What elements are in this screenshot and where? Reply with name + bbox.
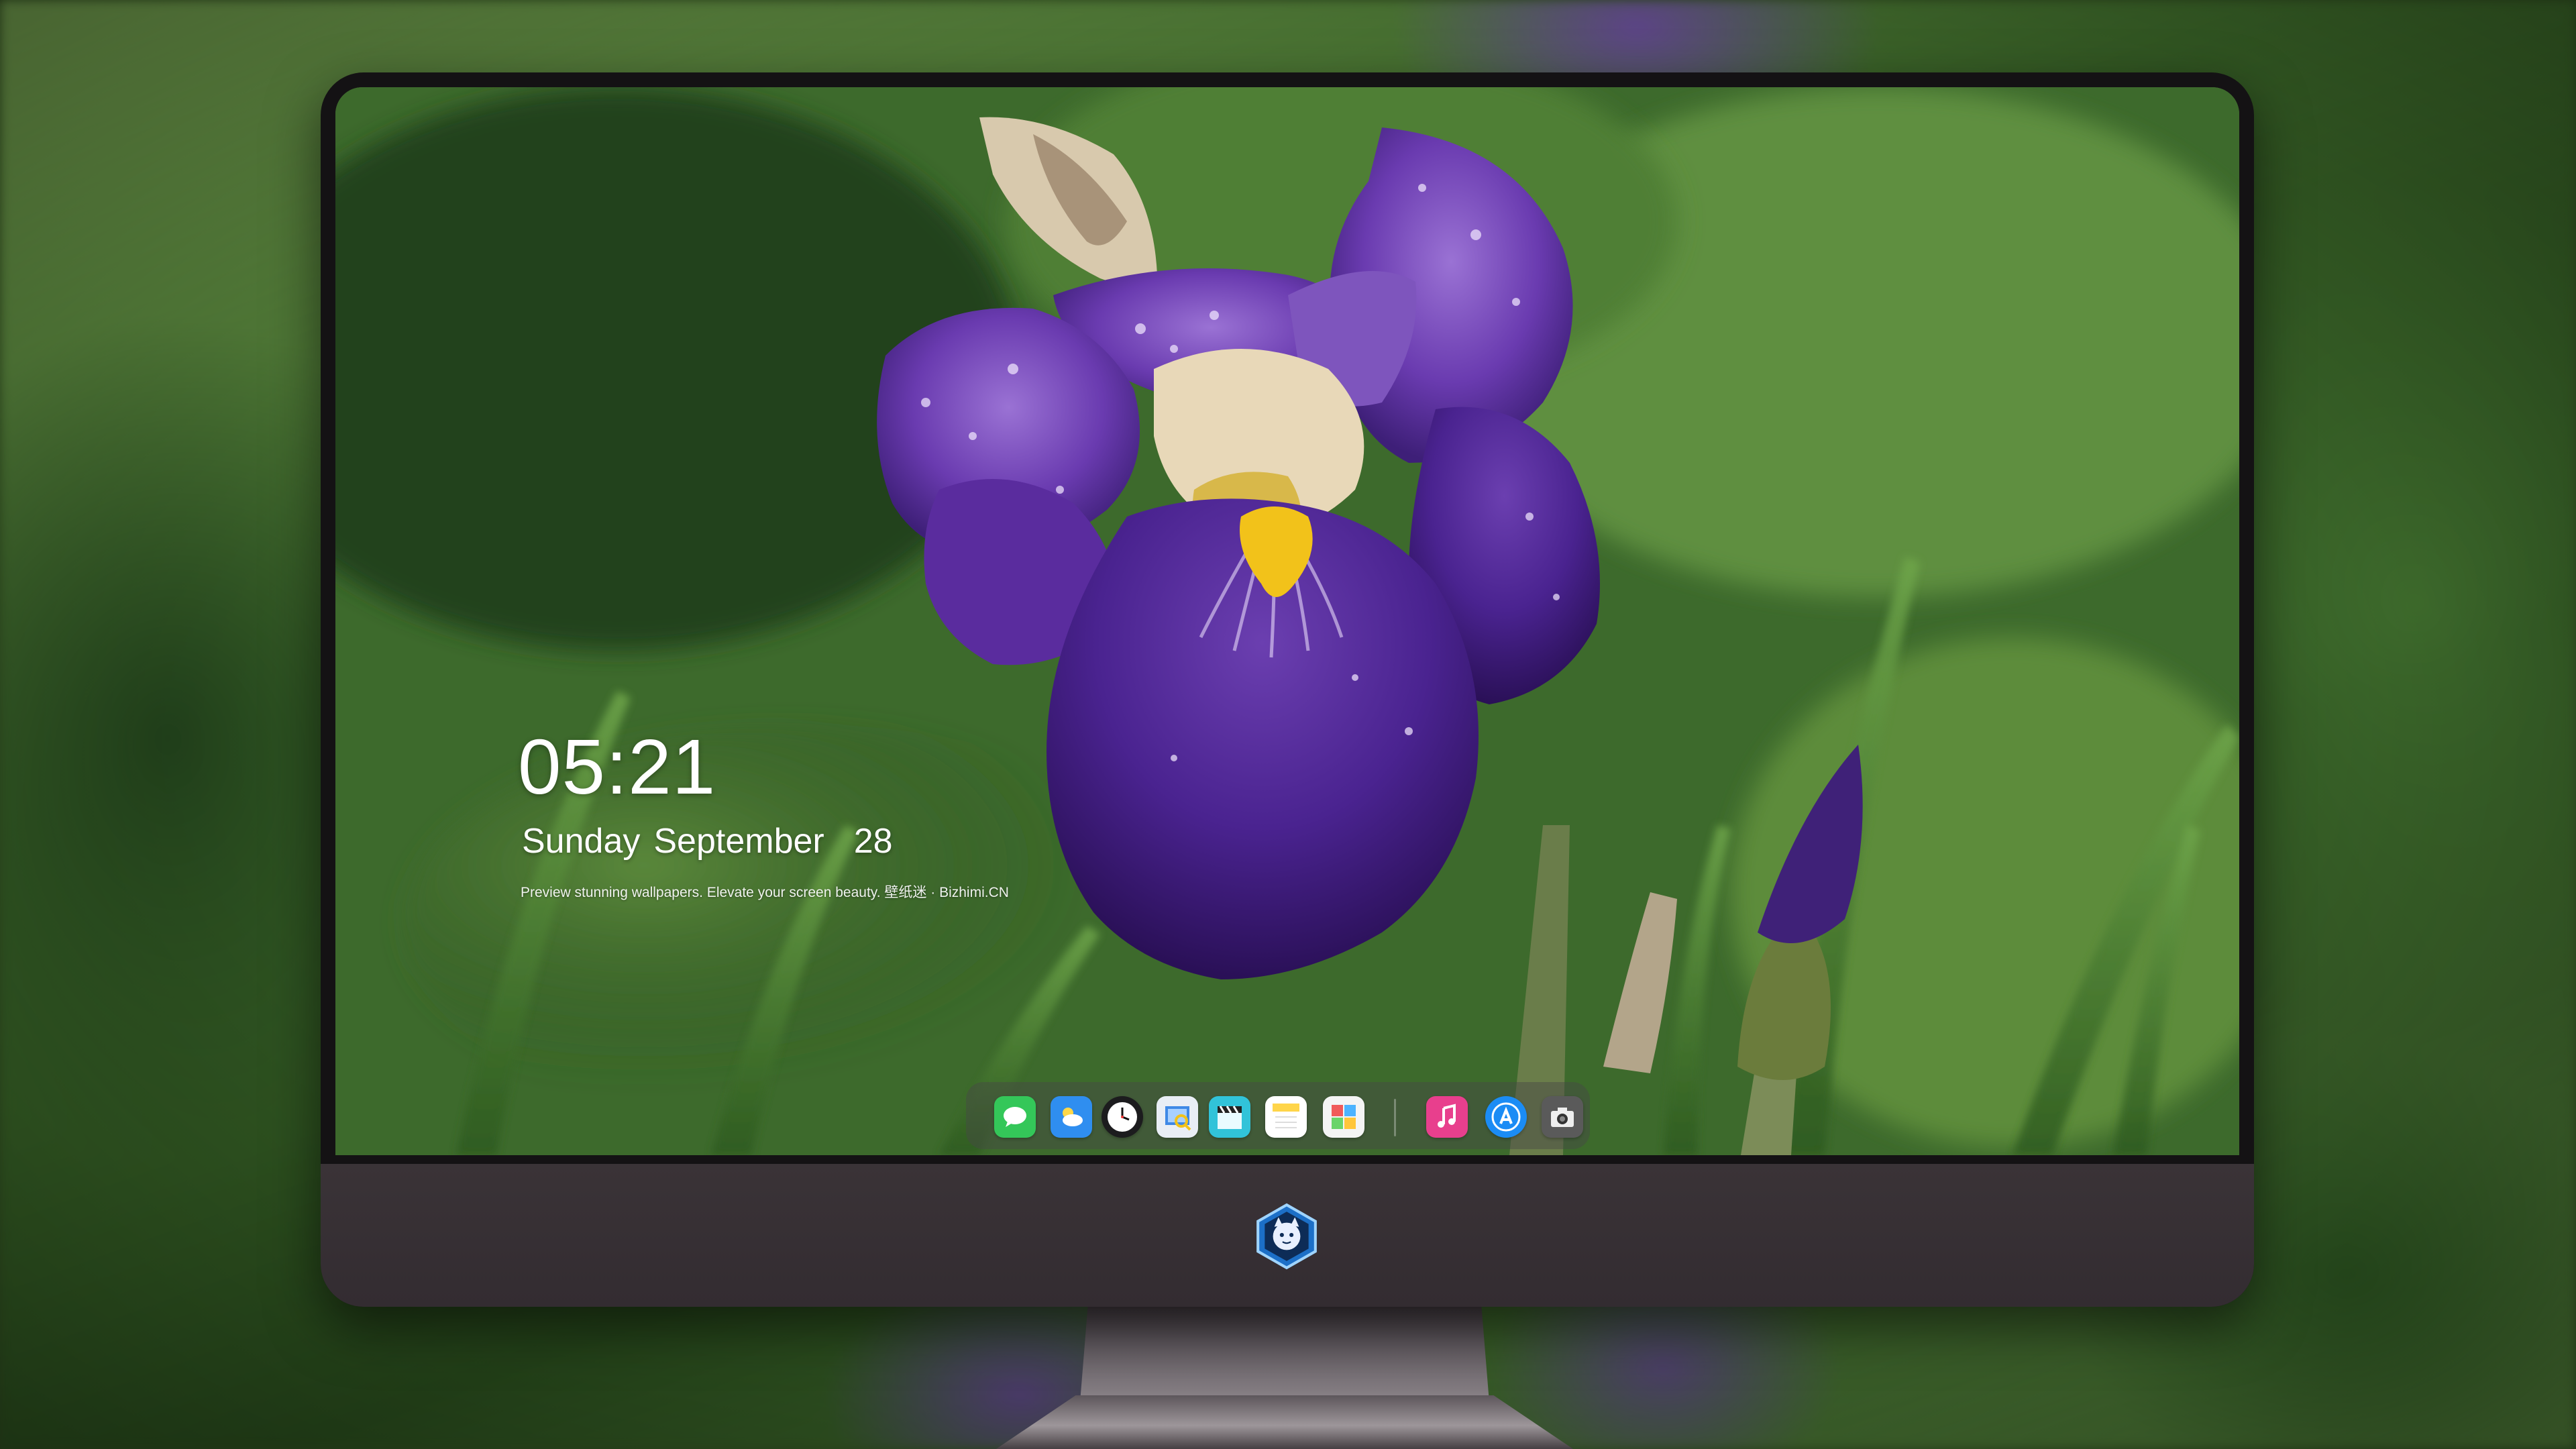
iris-wallpaper <box>335 87 2239 1155</box>
screen <box>335 87 2239 1155</box>
music-icon[interactable] <box>1426 1096 1468 1138</box>
camera-icon[interactable] <box>1542 1096 1583 1138</box>
date-day: 28 <box>853 822 893 861</box>
preview-icon[interactable] <box>1157 1096 1198 1138</box>
monitor-stand-neck <box>1080 1301 1489 1402</box>
date-weekday: Sunday <box>522 822 641 861</box>
monitor-stand-base <box>986 1395 1583 1449</box>
notes-icon[interactable] <box>1265 1096 1307 1138</box>
mascot-logo-icon <box>1256 1203 1317 1270</box>
lockscreen-tagline: Preview stunning wallpapers. Elevate you… <box>521 885 1009 900</box>
lockscreen-date: Sunday September 28 <box>522 824 906 859</box>
app-store-icon[interactable] <box>1485 1096 1527 1138</box>
date-month: September <box>653 822 824 861</box>
clock-icon[interactable] <box>1102 1096 1143 1138</box>
photo-booth-icon[interactable] <box>1323 1096 1364 1138</box>
weather-icon[interactable] <box>1051 1096 1092 1138</box>
lockscreen-time: 05:21 <box>518 723 716 810</box>
messages-icon[interactable] <box>994 1096 1036 1138</box>
clapperboard-icon[interactable] <box>1209 1096 1250 1138</box>
dock-divider <box>1394 1099 1396 1136</box>
